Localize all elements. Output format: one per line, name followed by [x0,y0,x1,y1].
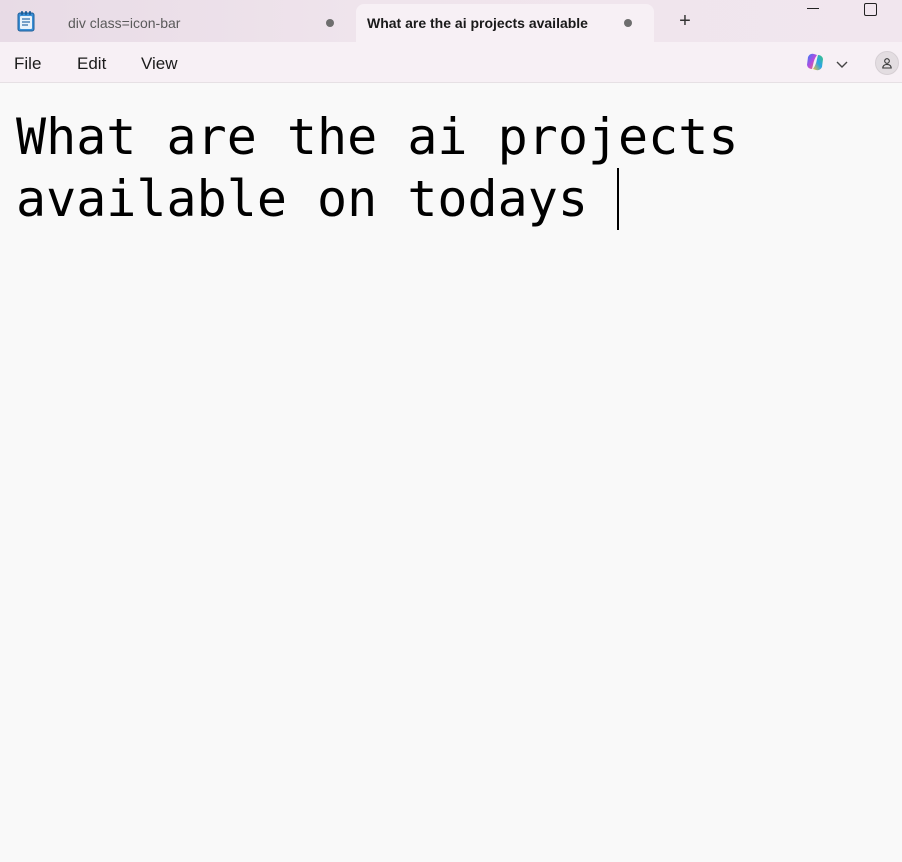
menu-view[interactable]: View [141,54,178,74]
tab-icon-bar[interactable]: div class=icon-bar [56,4,352,42]
person-icon[interactable] [875,51,899,75]
tab-label: div class=icon-bar [68,15,181,31]
tab-ai-projects[interactable]: What are the ai projects available [356,4,654,42]
menu-file[interactable]: File [14,54,41,74]
maximize-button[interactable] [864,3,877,16]
unsaved-dot-icon[interactable] [326,19,334,27]
document-text[interactable]: What are the ai projects available on to… [16,106,776,230]
new-tab-button[interactable]: + [674,10,696,32]
title-bar: div class=icon-bar What are the ai proje… [0,0,902,42]
tab-label: What are the ai projects available [367,15,588,31]
copilot-icon[interactable] [804,51,826,73]
menu-edit[interactable]: Edit [77,54,106,74]
text-editor[interactable]: What are the ai projects available on to… [0,84,902,862]
unsaved-dot-icon[interactable] [624,19,632,27]
menu-bar: File Edit View [0,42,902,83]
text-caret [617,168,619,230]
minimize-button[interactable] [806,2,822,14]
chevron-down-icon[interactable] [836,56,848,68]
notepad-icon [16,10,36,32]
